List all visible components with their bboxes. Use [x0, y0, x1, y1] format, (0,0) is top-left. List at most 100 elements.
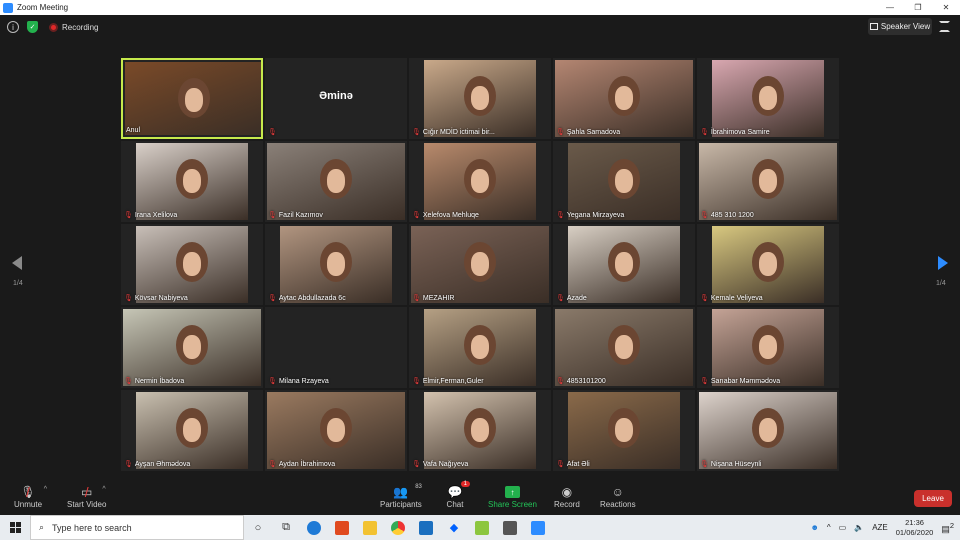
participant-name-label: 🎙 485 310 1200	[700, 211, 754, 220]
participant-tile[interactable]: 🎙 Xelefova Mehluqe	[409, 141, 551, 222]
green-app-icon[interactable]	[468, 515, 496, 540]
participant-tile[interactable]: 🎙 Sarıabar Məmmədova	[697, 307, 839, 388]
participant-tile[interactable]: 🎙 Şahla Samadova	[553, 58, 695, 139]
participant-silhouette	[464, 76, 496, 116]
volume-icon[interactable]: 🔈	[854, 523, 864, 532]
speaker-view-icon	[869, 23, 878, 30]
participant-tile[interactable]: 🎙 Aytac Abdullazada 6c	[265, 224, 407, 305]
leave-button[interactable]: Leave	[914, 490, 952, 507]
participant-silhouette	[464, 325, 496, 365]
microphone-muted-icon: 🎙 / ^	[20, 484, 47, 500]
participant-silhouette	[608, 242, 640, 282]
participant-name-label: 🎙 Nişana Hüseynli	[700, 460, 761, 469]
meeting-info-icon[interactable]: i	[7, 21, 19, 33]
zoom-taskbar-icon[interactable]	[524, 515, 552, 540]
participant-silhouette	[176, 408, 208, 448]
language-indicator[interactable]: AZE	[872, 523, 888, 532]
participant-tile[interactable]: 🎙 Yegana Mirzayeva	[553, 141, 695, 222]
participant-name: Milana Rzayeva	[279, 378, 329, 385]
participant-video	[125, 62, 261, 135]
clock[interactable]: 21:36 01/06/2020	[896, 518, 934, 538]
start-video-label: Start Video	[67, 500, 107, 509]
muted-mic-icon: 🎙	[124, 212, 133, 219]
recording-label: Recording	[62, 23, 99, 32]
chat-button[interactable]: 💬 1 Chat	[446, 481, 470, 509]
participant-tile[interactable]: 🎙 Fazil Kazımov	[265, 141, 407, 222]
office-icon[interactable]	[328, 515, 356, 540]
previous-page-arrow[interactable]	[12, 256, 22, 270]
speaker-view-button[interactable]: Speaker View	[868, 18, 932, 35]
close-button[interactable]: ✕	[932, 0, 960, 15]
participant-silhouette	[608, 408, 640, 448]
windows-taskbar: ⌕ Type here to search ○ ⧉ ◆ ☻ ^ ▭ 🔈 AZE …	[0, 515, 960, 540]
search-placeholder: Type here to search	[52, 522, 132, 533]
participant-silhouette	[176, 242, 208, 282]
encryption-shield-icon[interactable]: ✓	[27, 21, 38, 33]
share-screen-icon: ↑	[504, 486, 520, 498]
participant-tile[interactable]: 🎙 MEZAHIR	[409, 224, 551, 305]
cortana-icon[interactable]: ○	[244, 515, 272, 540]
participant-tile[interactable]: 🎙 Kövsar Nabiyeva	[121, 224, 263, 305]
participant-tile[interactable]: 🎙 4853101200	[553, 307, 695, 388]
participant-tile[interactable]: 🎙 485 310 1200	[697, 141, 839, 222]
participant-tile[interactable]: Anul	[121, 58, 263, 139]
participant-tile[interactable]: 🎙 Irana Xelilova	[121, 141, 263, 222]
participant-silhouette	[608, 76, 640, 116]
muted-mic-icon: 🎙	[268, 295, 277, 302]
reactions-button[interactable]: ☺ Reactions	[600, 484, 636, 509]
participant-video	[568, 226, 680, 303]
participant-tile[interactable]: 🎙 İbrahimova Samire	[697, 58, 839, 139]
participant-tile[interactable]: 🎙 Afat Əli	[553, 390, 695, 471]
start-button[interactable]	[0, 515, 30, 540]
participant-tile[interactable]: 🎙 Elmir,Ferman,Guler	[409, 307, 551, 388]
participant-name: Anul	[126, 127, 141, 134]
chrome-icon[interactable]	[384, 515, 412, 540]
tray-chevron-icon[interactable]: ^	[827, 523, 831, 532]
participant-tile[interactable]: 🎙 Nermin İbadova	[121, 307, 263, 388]
mail-icon[interactable]	[412, 515, 440, 540]
maximize-button[interactable]: ❐	[904, 0, 932, 15]
record-icon: ◉	[561, 485, 573, 499]
participants-label: Participants	[380, 500, 422, 509]
start-video-button[interactable]: ▭ / ^ Start Video	[67, 484, 106, 509]
minimize-button[interactable]: —	[876, 0, 904, 15]
video-off-icon: ▭ / ^	[81, 484, 106, 500]
participant-name: Aytac Abdullazada 6c	[278, 294, 346, 302]
participant-silhouette	[752, 159, 784, 199]
unmute-button[interactable]: 🎙 / ^ Unmute	[14, 484, 47, 509]
participants-button[interactable]: 👥 83 Participants	[380, 484, 422, 509]
participant-tile[interactable]: Əminə 🎙	[265, 58, 407, 139]
participant-name-label: 🎙 Kemale Veliyeva	[700, 294, 763, 303]
record-button[interactable]: ◉ Record	[554, 484, 580, 509]
dropbox-icon[interactable]: ◆	[440, 515, 468, 540]
participant-tile[interactable]: 🎙 Kemale Veliyeva	[697, 224, 839, 305]
taskbar-search-box[interactable]: ⌕ Type here to search	[30, 515, 244, 540]
edge-browser-icon[interactable]	[300, 515, 328, 540]
participant-video	[280, 226, 392, 303]
participant-tile[interactable]: 🎙 Nişana Hüseynli	[697, 390, 839, 471]
audio-options-caret[interactable]: ^	[44, 486, 47, 493]
task-view-icon[interactable]: ⧉	[272, 515, 300, 540]
participant-tile[interactable]: 🎙 Azade	[553, 224, 695, 305]
share-screen-button[interactable]: ↑ Share Screen	[488, 484, 537, 509]
participant-tile[interactable]: 🎙 Aydan İbrahimova	[265, 390, 407, 471]
participant-name: Afat Əli	[566, 460, 590, 468]
next-page-arrow[interactable]	[938, 256, 948, 270]
notifications-icon[interactable]: ▤2	[941, 521, 954, 535]
network-icon[interactable]: ▭	[839, 523, 847, 532]
video-options-caret[interactable]: ^	[102, 486, 105, 493]
participant-tile[interactable]: 🎙 Milana Rzayeva	[265, 307, 407, 388]
participants-icon: 👥 83	[393, 484, 422, 499]
participant-tile[interactable]: 🎙 Cığır MDİD ictimai bir...	[409, 58, 551, 139]
participant-video	[136, 143, 248, 220]
participant-tile[interactable]: 🎙 Vafa Nağıyeva	[409, 390, 551, 471]
fullscreen-icon[interactable]	[939, 21, 950, 32]
file-explorer-icon[interactable]	[356, 515, 384, 540]
reactions-label: Reactions	[600, 500, 636, 509]
store-icon[interactable]	[496, 515, 524, 540]
chat-icon: 💬 1	[446, 481, 470, 500]
people-icon[interactable]: ☻	[810, 523, 818, 532]
participant-tile[interactable]: 🎙 Ayşan Əhmədova	[121, 390, 263, 471]
participant-name: 485 310 1200	[710, 211, 754, 219]
participant-name: 4853101200	[566, 377, 606, 385]
